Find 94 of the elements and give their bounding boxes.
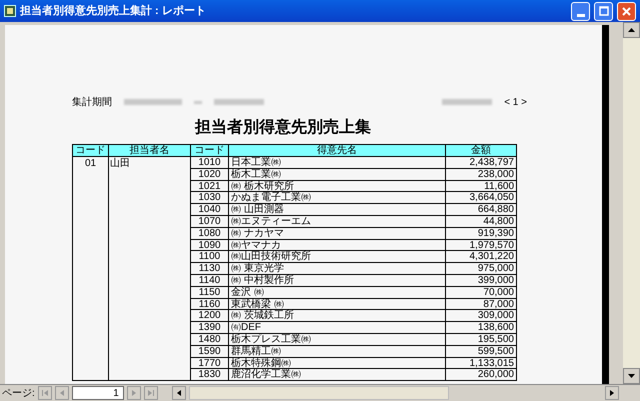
left-arrow-icon xyxy=(176,390,181,396)
minimize-icon xyxy=(576,14,584,16)
table-cell: 1140 xyxy=(191,274,229,287)
minimize-button[interactable] xyxy=(571,2,590,20)
table-cell: 4,301,220 xyxy=(446,251,517,264)
down-arrow-icon xyxy=(628,374,635,378)
table-cell: 東武橋梁 ㈱ xyxy=(229,298,446,310)
table-cell: かぬま電子工業㈱ xyxy=(229,192,446,204)
table-cell: 44,800 xyxy=(446,216,517,228)
table-cell: 1150 xyxy=(191,286,229,299)
maximize-icon xyxy=(598,6,608,16)
table-cell: 栃木工業㈱ xyxy=(229,168,446,181)
close-button[interactable] xyxy=(617,2,636,20)
vertical-scrollbar[interactable] xyxy=(623,22,640,384)
table-cell: 1080 xyxy=(191,228,229,240)
blurred-text xyxy=(442,99,492,105)
table-cell: ㈱山田技術研究所 xyxy=(229,251,446,264)
first-arrow-icon xyxy=(42,390,48,396)
table-cell: 975,000 xyxy=(446,263,517,275)
blurred-text xyxy=(214,99,264,105)
table-cell: 1480 xyxy=(191,334,229,346)
right-arrow-icon xyxy=(610,390,614,396)
table-cell: 70,000 xyxy=(446,286,517,299)
table-cell: 日本工業㈱ xyxy=(229,157,446,169)
close-icon xyxy=(622,6,631,16)
left-arrow-icon xyxy=(60,390,64,396)
table-cell: 1830 xyxy=(191,369,229,382)
table-cell: 1100 xyxy=(191,251,229,264)
page-field[interactable]: 1 xyxy=(72,386,124,400)
table-cell: 1021 xyxy=(191,180,229,192)
window-title: 担当者別得意先別売上集計 : レポート xyxy=(20,4,207,19)
table-cell: 1,979,570 xyxy=(446,240,517,252)
scroll-right-button[interactable] xyxy=(605,386,619,400)
table-cell: 金沢 ㈱ xyxy=(229,286,446,299)
column-header: コード xyxy=(191,145,229,157)
table-cell: 1590 xyxy=(191,346,229,358)
blurred-text xyxy=(124,99,182,105)
table-cell: 1,133,015 xyxy=(446,358,517,370)
table-cell: ㈱ 栃木研究所 xyxy=(229,180,446,192)
table-cell: 2,438,797 xyxy=(446,157,517,169)
table-cell: 919,390 xyxy=(446,228,517,240)
table-cell: ㈲DEF xyxy=(229,322,446,334)
up-arrow-icon xyxy=(628,28,635,32)
horizontal-scrollbar-thumb[interactable] xyxy=(188,386,449,400)
table-cell: 1030 xyxy=(191,192,229,204)
table-cell: 138,600 xyxy=(446,322,517,334)
table-cell: 260,000 xyxy=(446,369,517,382)
table-cell: 山田 xyxy=(109,157,191,382)
table-cell: 1200 xyxy=(191,310,229,322)
maximize-button[interactable] xyxy=(594,2,613,20)
table-cell: 栃木プレス工業㈱ xyxy=(229,334,446,346)
table-cell: 1070 xyxy=(191,216,229,228)
table-cell: 1160 xyxy=(191,298,229,310)
table-cell: ㈱ヤマナカ xyxy=(229,240,446,252)
column-header: コード xyxy=(73,145,109,157)
table-cell: 599,500 xyxy=(446,346,517,358)
table-cell: ㈱ 茨城鉄工所 xyxy=(229,310,446,322)
report-title: 担当者別得意先別売上集 xyxy=(195,118,371,138)
table-cell: ㈱エヌティーエム xyxy=(229,216,446,228)
table-cell: 3,664,050 xyxy=(446,192,517,204)
table-cell: 1010 xyxy=(191,157,229,169)
table-cell: 195,500 xyxy=(446,334,517,346)
last-arrow-icon xyxy=(148,390,154,396)
table-cell: ㈱ 山田測器 xyxy=(229,204,446,216)
table-cell: 栃木特殊鋼㈱ xyxy=(229,358,446,370)
table-cell: 238,000 xyxy=(446,168,517,181)
right-arrow-icon xyxy=(132,390,136,396)
table-cell: ㈱ 東京光学 xyxy=(229,263,446,275)
scroll-down-button[interactable] xyxy=(623,368,640,384)
table-cell: 01 xyxy=(73,157,109,382)
scroll-up-button[interactable] xyxy=(623,22,640,38)
table-cell: ㈱ 中村製作所 xyxy=(229,274,446,287)
table-cell: 1090 xyxy=(191,240,229,252)
scroll-left-button[interactable] xyxy=(172,386,186,400)
table-cell: 1130 xyxy=(191,263,229,275)
column-header: 得意先名 xyxy=(229,145,446,157)
column-header: 金額 xyxy=(446,145,517,157)
page-number: < 1 > xyxy=(504,96,527,110)
period-label: 集計期間 xyxy=(72,96,112,110)
page-label: ページ: xyxy=(2,386,35,400)
app-icon xyxy=(4,5,16,17)
table-cell: 1770 xyxy=(191,358,229,370)
column-header: 担当者名 xyxy=(109,145,191,157)
table-cell: 群馬精工㈱ xyxy=(229,346,446,358)
table-cell: 11,600 xyxy=(446,180,517,192)
table-cell: 664,880 xyxy=(446,204,517,216)
table-cell: 1390 xyxy=(191,322,229,334)
table-cell: 87,000 xyxy=(446,298,517,310)
table-cell: 399,000 xyxy=(446,274,517,287)
table-cell: 1020 xyxy=(191,168,229,181)
table-cell: ㈱ ナカヤマ xyxy=(229,228,446,240)
table-cell: 1040 xyxy=(191,204,229,216)
table-cell: 鹿沼化学工業㈱ xyxy=(229,369,446,382)
table-cell: 309,000 xyxy=(446,310,517,322)
